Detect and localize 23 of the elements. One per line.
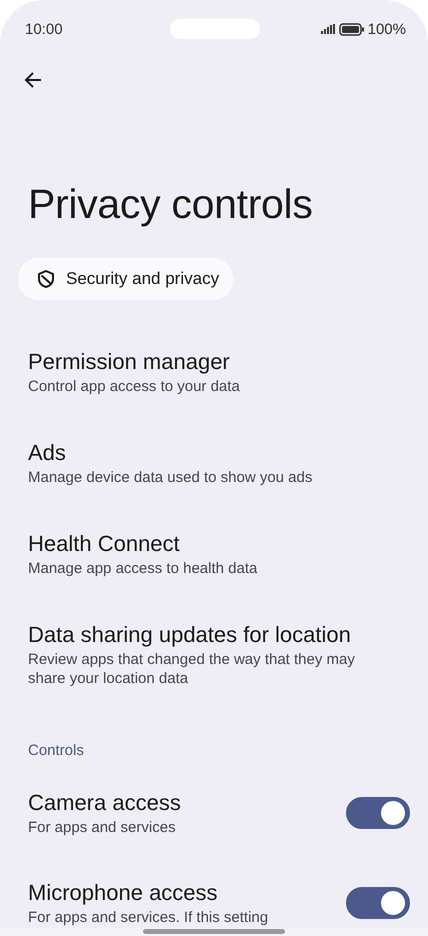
breadcrumb-chip[interactable]: Security and privacy (18, 258, 234, 300)
shield-icon (36, 269, 56, 289)
toggle-switch[interactable] (346, 797, 410, 829)
setting-title[interactable]: Health Connect (28, 530, 180, 558)
setting-description: Manage device data used to show you ads (28, 468, 314, 487)
setting-title[interactable]: Permission manager (28, 348, 230, 376)
back-arrow-icon[interactable] (23, 70, 43, 90)
signal-icon (320, 24, 335, 34)
setting-description: Review apps that changed the way that they may share your location data (28, 650, 356, 688)
battery-percent: 100% (368, 20, 406, 38)
setting-title[interactable]: Ads (28, 439, 66, 467)
setting-description: For apps and services (28, 818, 177, 837)
setting-title: Microphone access (28, 879, 218, 907)
toggle-switch[interactable] (346, 887, 410, 919)
setting-description: For apps and services. If this setting (28, 908, 270, 927)
setting-description: Control app access to your data (28, 377, 241, 396)
setting-title[interactable]: Data sharing updates for location (28, 621, 351, 649)
section-header: Controls (27, 741, 85, 761)
setting-description: Manage app access to health data (28, 559, 258, 578)
status-time: 10:00 (25, 20, 63, 38)
page-title: Privacy controls (28, 180, 314, 229)
battery-icon (338, 22, 364, 36)
setting-title: Camera access (28, 789, 181, 817)
